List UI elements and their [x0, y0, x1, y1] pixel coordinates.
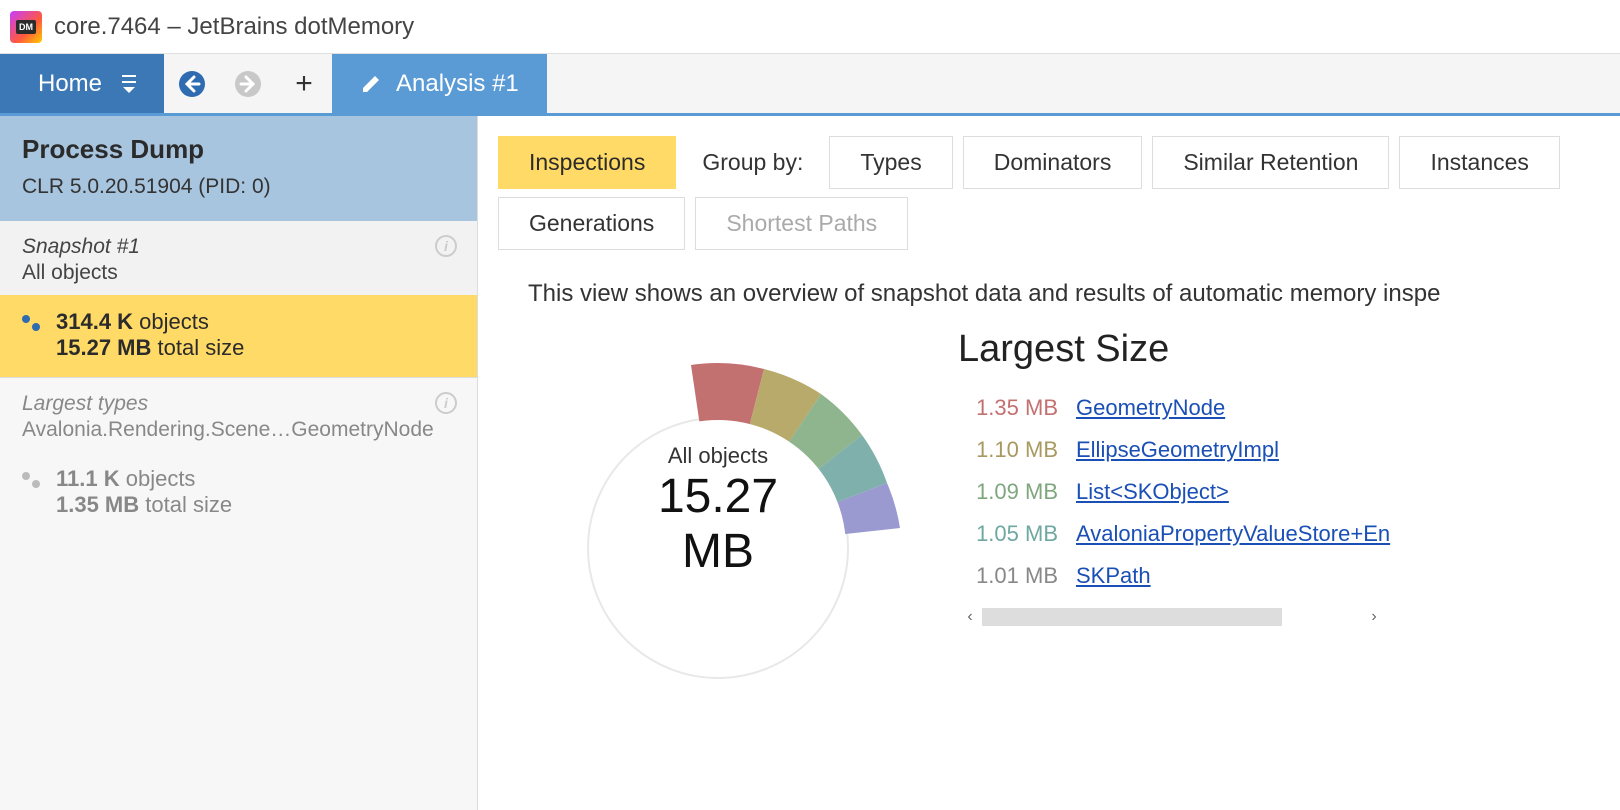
donut-label: All objects [623, 443, 813, 469]
scroll-left-button[interactable]: ‹ [958, 605, 982, 629]
legend-size: 1.05 MB [958, 521, 1058, 547]
process-subtitle: CLR 5.0.20.51904 (PID: 0) [22, 175, 455, 199]
home-label: Home [38, 70, 102, 98]
home-button[interactable]: Home [0, 54, 164, 113]
chevron-right-icon: › [1371, 608, 1376, 626]
group-by-label: Group by: [686, 149, 819, 176]
add-tab-button[interactable]: + [276, 54, 332, 113]
objects-value: 314.4 K [56, 309, 133, 334]
chart-row: All objects 15.27 MB Largest Size 1.35 M… [528, 328, 1620, 708]
tab-shortest-paths[interactable]: Shortest Paths [695, 197, 908, 250]
process-header[interactable]: Process Dump CLR 5.0.20.51904 (PID: 0) [0, 116, 477, 221]
plus-icon: + [295, 67, 313, 101]
legend-link[interactable]: GeometryNode [1076, 395, 1225, 421]
info-icon[interactable]: i [435, 392, 457, 414]
legend-title: Largest Size [958, 328, 1390, 371]
donut-center: All objects 15.27 MB [623, 443, 813, 579]
app-icon: DM [10, 11, 42, 43]
legend-item: 1.01 MB SKPath [958, 563, 1390, 589]
tab-dominators[interactable]: Dominators [963, 136, 1143, 189]
largest-sub: Avalonia.Rendering.Scene…GeometryNode [22, 418, 455, 442]
largest-name: Largest types [22, 392, 455, 416]
donut-value: 15.27 MB [623, 469, 813, 579]
legend-link[interactable]: List<SKObject> [1076, 479, 1229, 505]
sidebar: Process Dump CLR 5.0.20.51904 (PID: 0) S… [0, 116, 478, 810]
scroll-track[interactable] [982, 608, 1282, 626]
overview: This view shows an overview of snapshot … [478, 250, 1620, 708]
largest-objects-label: objects [120, 466, 196, 491]
process-title: Process Dump [22, 134, 455, 165]
pencil-icon [360, 73, 382, 95]
legend-item: 1.10 MB EllipseGeometryImpl [958, 437, 1390, 463]
tab-types[interactable]: Types [829, 136, 952, 189]
info-icon[interactable]: i [435, 235, 457, 257]
arrow-right-icon [233, 69, 263, 99]
snapshot-name: Snapshot #1 [22, 235, 455, 259]
legend-item: 1.05 MB AvaloniaPropertyValueStore+En [958, 521, 1390, 547]
legend-link[interactable]: SKPath [1076, 563, 1151, 589]
tab-instances[interactable]: Instances [1399, 136, 1559, 189]
largest-size-label: total size [139, 492, 232, 517]
main: Process Dump CLR 5.0.20.51904 (PID: 0) S… [0, 116, 1620, 810]
view-tabs-row1: Inspections Group by: Types Dominators S… [478, 116, 1620, 189]
legend-size: 1.01 MB [958, 563, 1058, 589]
snapshot-sub: All objects [22, 261, 455, 285]
arrow-left-icon [177, 69, 207, 99]
legend-link[interactable]: AvaloniaPropertyValueStore+En [1076, 521, 1390, 547]
toolbar: Home + Analysis #1 [0, 54, 1620, 116]
view-tabs-row2: Generations Shortest Paths [478, 189, 1620, 250]
largest-header[interactable]: Largest types Avalonia.Rendering.Scene…G… [0, 377, 477, 452]
app-icon-badge: DM [16, 20, 36, 34]
home-dropdown-icon [122, 75, 136, 93]
snapshot-header[interactable]: Snapshot #1 All objects i [0, 221, 477, 295]
legend-size: 1.09 MB [958, 479, 1058, 505]
largest-size-value: 1.35 MB [56, 492, 139, 517]
nav-back-button[interactable] [164, 54, 220, 113]
scroll-right-button[interactable]: › [1362, 605, 1386, 629]
legend-link[interactable]: EllipseGeometryImpl [1076, 437, 1279, 463]
content: Inspections Group by: Types Dominators S… [478, 116, 1620, 810]
titlebar: DM core.7464 – JetBrains dotMemory [0, 0, 1620, 54]
window-title: core.7464 – JetBrains dotMemory [54, 13, 414, 41]
legend-scroller: ‹ › [958, 605, 1390, 629]
snapshot-stats[interactable]: 314.4 K objects 15.27 MB total size [0, 295, 477, 377]
chevron-left-icon: ‹ [967, 608, 972, 626]
tab-analysis[interactable]: Analysis #1 [332, 54, 547, 113]
donut-chart[interactable]: All objects 15.27 MB [528, 328, 908, 708]
objects-label: objects [133, 309, 209, 334]
legend-size: 1.35 MB [958, 395, 1058, 421]
size-label: total size [151, 335, 244, 360]
tab-generations[interactable]: Generations [498, 197, 685, 250]
legend-item: 1.35 MB GeometryNode [958, 395, 1390, 421]
legend-size: 1.10 MB [958, 437, 1058, 463]
size-value: 15.27 MB [56, 335, 151, 360]
legend: Largest Size 1.35 MB GeometryNode 1.10 M… [958, 328, 1390, 629]
largest-objects-value: 11.1 K [56, 466, 120, 491]
overview-description: This view shows an overview of snapshot … [528, 280, 1620, 308]
tab-inspections[interactable]: Inspections [498, 136, 676, 189]
nav-forward-button[interactable] [220, 54, 276, 113]
legend-item: 1.09 MB List<SKObject> [958, 479, 1390, 505]
largest-stats[interactable]: 11.1 K objects 1.35 MB total size [0, 452, 477, 534]
tab-label: Analysis #1 [396, 70, 519, 98]
tab-similar-retention[interactable]: Similar Retention [1152, 136, 1389, 189]
